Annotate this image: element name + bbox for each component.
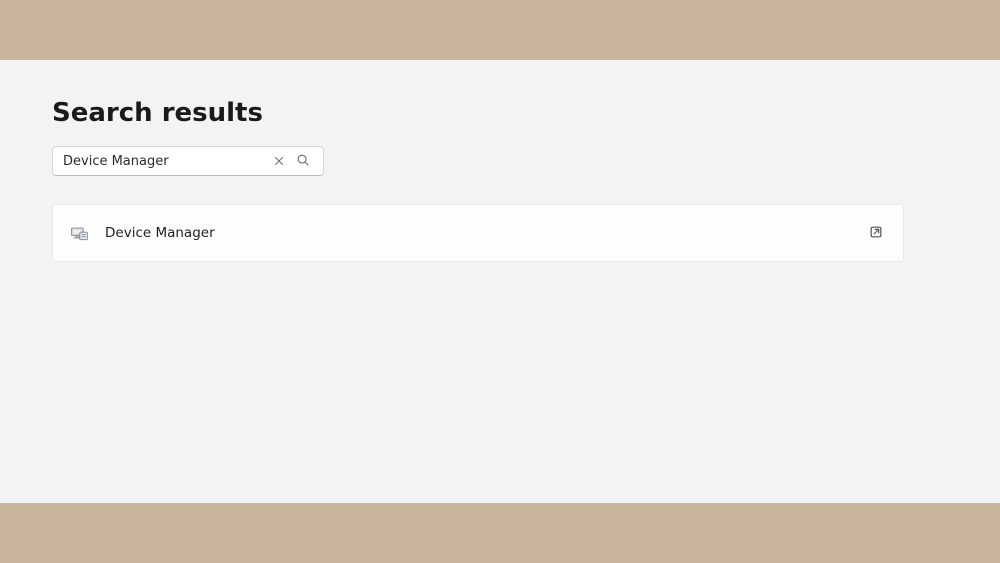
- search-icon: [296, 152, 310, 171]
- search-box[interactable]: [52, 146, 324, 176]
- open-external-icon: [869, 224, 883, 243]
- clear-search-button[interactable]: [267, 149, 291, 173]
- open-external-button[interactable]: [865, 222, 887, 244]
- window-frame-top: [0, 0, 1000, 60]
- settings-content: Search results: [0, 60, 1000, 503]
- window-frame-bottom: [0, 503, 1000, 563]
- page-title: Search results: [52, 98, 948, 128]
- result-device-manager[interactable]: Device Manager: [52, 204, 904, 262]
- results-list: Device Manager: [52, 204, 948, 262]
- search-input[interactable]: [63, 154, 267, 169]
- close-icon: [273, 152, 285, 171]
- result-label: Device Manager: [105, 225, 865, 241]
- device-manager-icon: [69, 223, 89, 243]
- search-button[interactable]: [291, 149, 315, 173]
